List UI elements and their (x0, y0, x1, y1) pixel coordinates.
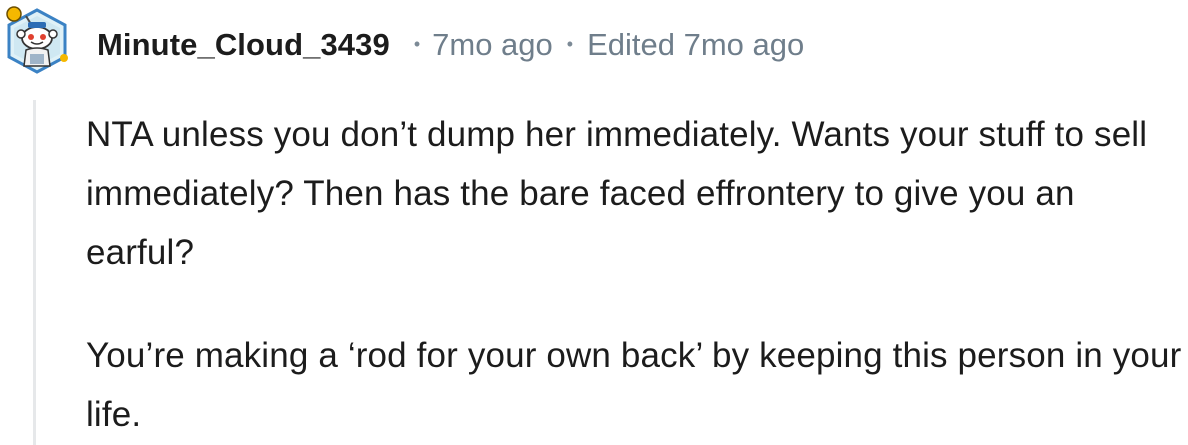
username-link[interactable]: Minute_Cloud_3439 (97, 27, 390, 63)
thread-collapse-line[interactable] (33, 100, 36, 445)
post-time: 7mo ago (432, 27, 553, 62)
comment: Minute_Cloud_3439 • 7mo ago • Edited 7mo… (0, 0, 1188, 445)
snoo-avatar-icon (6, 6, 68, 74)
comment-paragraph: NTA unless you don’t dump her immediatel… (86, 115, 1148, 272)
comment-body: NTA unless you don’t dump her immediatel… (86, 105, 1184, 444)
avatar[interactable] (2, 4, 72, 76)
separator-dot: • (566, 33, 574, 54)
edited-time: Edited 7mo ago (587, 27, 805, 62)
separator-dot: • (413, 33, 421, 54)
comment-paragraph: You’re making a ‘rod for your own back’ … (86, 336, 1182, 434)
comment-meta: Minute_Cloud_3439 • 7mo ago • Edited 7mo… (97, 22, 804, 68)
